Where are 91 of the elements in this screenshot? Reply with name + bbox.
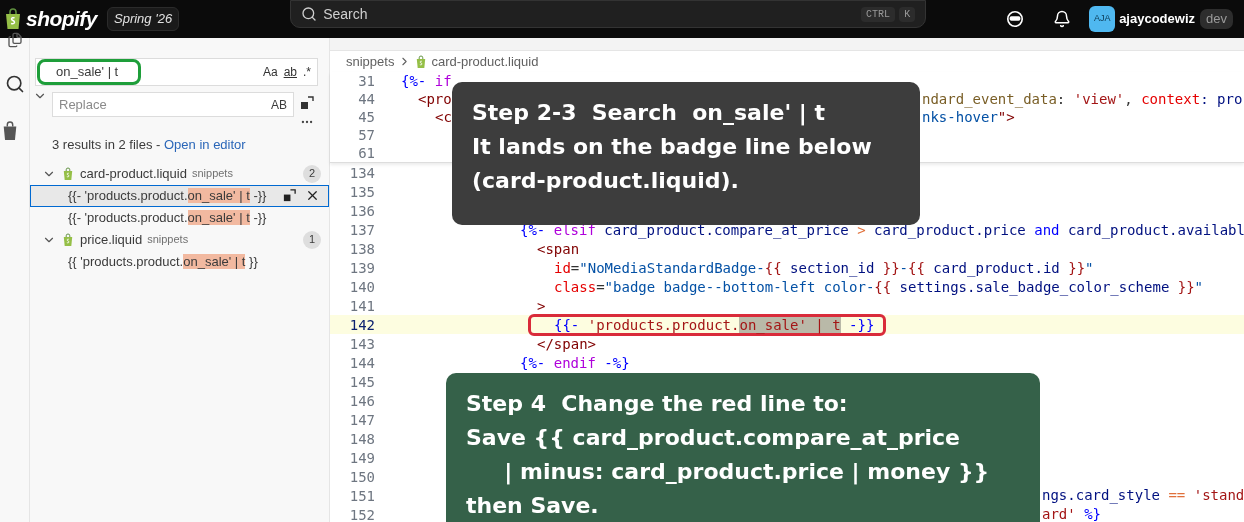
search-placeholder: Search bbox=[323, 4, 368, 24]
open-in-editor-link[interactable]: Open in editor bbox=[164, 137, 246, 152]
shopping-bag-icon bbox=[415, 54, 428, 69]
line-number: 61 bbox=[357, 145, 375, 161]
replace-field[interactable]: Replace AB bbox=[52, 92, 294, 117]
instruction-text: | minus: card_product.price | money }} bbox=[503, 458, 990, 487]
find-field[interactable]: on_sale' | t Aa ab .* bbox=[35, 58, 318, 86]
preserve-case-toggle[interactable]: AB bbox=[271, 95, 287, 114]
code-text: id="NoMediaStandardBadge-{{ section_id }}-{{ card_product.id }}" bbox=[554, 259, 1094, 276]
code-text: nks-hover"> bbox=[922, 108, 1015, 127]
line-number: 142 bbox=[348, 316, 375, 333]
file-row[interactable]: price.liquid snippets 1 bbox=[30, 228, 329, 251]
folder-name: snippets bbox=[147, 232, 189, 248]
result-count-badge: 2 bbox=[303, 164, 321, 183]
replace-placeholder: Replace bbox=[59, 95, 107, 114]
instruction-text: It lands on the badge line below bbox=[472, 133, 872, 161]
notification-bell-icon[interactable] bbox=[1053, 10, 1072, 28]
line-number: 44 bbox=[357, 91, 375, 107]
line-number: 135 bbox=[348, 183, 375, 200]
code-text: {%- endif -%} bbox=[520, 354, 630, 371]
code-text: <pro bbox=[418, 91, 452, 107]
code-text: <span bbox=[537, 240, 580, 257]
file-row[interactable]: card-product.liquid snippets 2 bbox=[30, 162, 329, 185]
result-text: {{- 'products.product.on_sale' | t -}} bbox=[68, 208, 267, 227]
environment-badge: dev bbox=[1200, 9, 1233, 29]
line-number: 149 bbox=[348, 449, 375, 466]
instruction-text: then Save. bbox=[466, 492, 599, 520]
shortcut-key: K bbox=[899, 6, 916, 22]
replace-all-icon[interactable] bbox=[299, 95, 315, 111]
search-icon[interactable] bbox=[4, 74, 25, 94]
result-text: {{ 'products.product.on_sale' | t }} bbox=[68, 252, 258, 271]
search-result[interactable]: {{ 'products.product.on_sale' | t }} bbox=[30, 250, 329, 273]
shopping-bag-icon bbox=[3, 8, 23, 30]
line-number: 141 bbox=[348, 297, 375, 314]
code-text: {{- 'products.product.on_sale' | t -}} bbox=[554, 316, 875, 333]
shortcut-key: CTRL bbox=[861, 6, 896, 22]
search-result[interactable]: {{- 'products.product.on_sale' | t -}} bbox=[30, 184, 329, 207]
search-option-toggle[interactable]: Aa bbox=[262, 63, 278, 81]
line-number: 45 bbox=[357, 109, 375, 125]
file-name: card-product.liquid bbox=[80, 164, 187, 183]
search-icon bbox=[301, 6, 318, 22]
folder-name: snippets bbox=[191, 166, 233, 182]
user-name: ajaycodewiz bbox=[1119, 10, 1195, 29]
files-icon[interactable] bbox=[6, 32, 23, 48]
search-result[interactable]: {{- 'products.product.on_sale' | t -}} bbox=[30, 206, 329, 229]
line-number: 151 bbox=[348, 487, 375, 504]
code-text: ndard_event_data: 'view', context: pro bbox=[922, 90, 1243, 109]
line-number: 144 bbox=[348, 354, 375, 371]
code-text: </span> bbox=[537, 335, 596, 352]
dismiss-icon[interactable] bbox=[305, 188, 320, 203]
results-summary: 3 results in 2 files - bbox=[52, 137, 162, 152]
line-number: 148 bbox=[348, 430, 375, 447]
instruction-text: (card-product.liquid). bbox=[472, 167, 739, 195]
result-count-badge: 1 bbox=[303, 230, 321, 249]
line-number: 145 bbox=[348, 373, 375, 390]
search-option-toggle[interactable]: .* bbox=[303, 63, 311, 81]
avatar[interactable]: AJA bbox=[1089, 6, 1116, 32]
line-number: 152 bbox=[348, 506, 375, 522]
line-number: 140 bbox=[348, 278, 375, 295]
line-number: 57 bbox=[357, 127, 375, 143]
line-number: 31 bbox=[357, 73, 375, 89]
line-number: 139 bbox=[348, 259, 375, 276]
code-text: ngs.card_style == 'stand bbox=[1042, 486, 1244, 505]
instruction-text: Step 2-3 Search on_sale' | t bbox=[472, 99, 826, 128]
line-number: 137 bbox=[348, 221, 375, 238]
code-text: ard' %} bbox=[1042, 505, 1101, 522]
code-text: > bbox=[537, 297, 546, 314]
code-text: <c bbox=[435, 109, 452, 125]
release-pill: Spring '26 bbox=[107, 7, 180, 31]
search-field[interactable]: Search CTRL K bbox=[290, 0, 927, 28]
brand-name: shopify bbox=[26, 6, 97, 33]
breadcrumb-item[interactable]: snippets bbox=[346, 51, 395, 72]
line-number: 147 bbox=[348, 411, 375, 428]
breadcrumb-item[interactable]: card-product.liquid bbox=[431, 51, 539, 72]
find-value: on_sale' | t bbox=[56, 64, 119, 79]
line-number: 136 bbox=[348, 202, 375, 219]
result-text: {{- 'products.product.on_sale' | t -}} bbox=[68, 186, 267, 205]
instruction-text: Step 4 Change the red line to: bbox=[466, 390, 848, 418]
line-number: 134 bbox=[348, 164, 375, 181]
line-number: 138 bbox=[348, 240, 375, 257]
shopping-bag-icon bbox=[62, 232, 74, 247]
search-option-toggle[interactable]: ab bbox=[283, 63, 297, 81]
code-text: class="badge badge--bottom-left color-{{ settings.sale_badge_color_scheme }}" bbox=[554, 278, 1204, 295]
line-number: 146 bbox=[348, 392, 375, 409]
line-number: 143 bbox=[348, 335, 375, 352]
shopping-bag-icon bbox=[62, 166, 74, 181]
code-text: {%- if bbox=[401, 73, 452, 89]
file-name: price.liquid bbox=[80, 230, 143, 249]
line-number: 150 bbox=[348, 468, 375, 485]
instruction-text: Save {{ card_product.compare_at_price bbox=[466, 424, 961, 452]
replace-icon[interactable] bbox=[282, 188, 297, 203]
